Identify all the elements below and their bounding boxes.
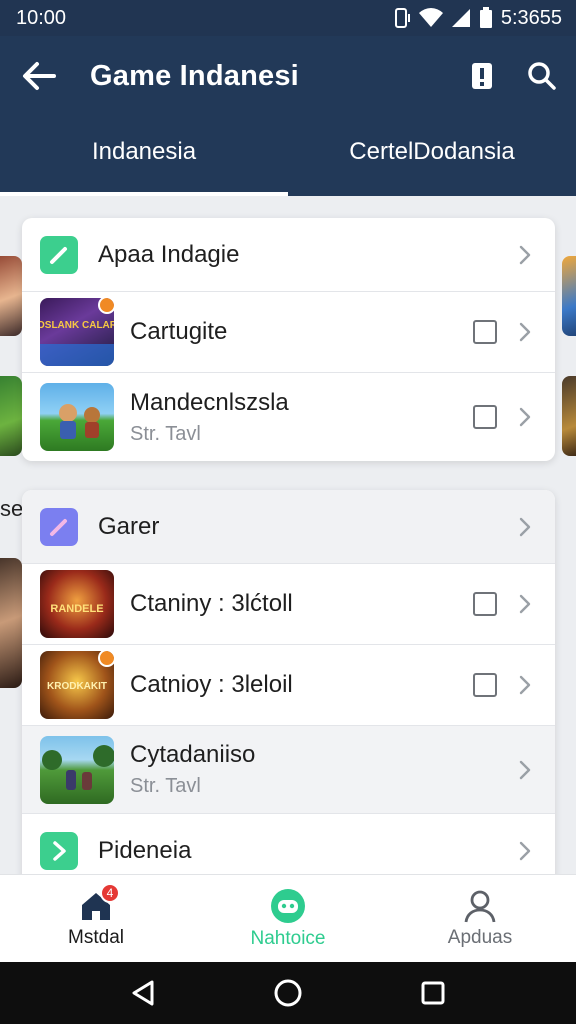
group-footer[interactable]: Pideneia: [22, 814, 555, 874]
game-text: Cytadaniiso Str. Tavl: [130, 741, 513, 798]
triangle-back-icon: [132, 980, 154, 1006]
game-row[interactable]: KOSLANK CALARA Cartugite: [22, 292, 555, 373]
game-art-text: KOSLANK CALARA: [40, 320, 114, 331]
game-art: [59, 404, 100, 439]
game-art: [42, 744, 114, 790]
game-art-text: KRODKAKIT: [47, 681, 107, 692]
chevron-right-icon: [513, 673, 537, 697]
pencil-icon: [40, 235, 78, 274]
game-row[interactable]: KRODKAKIT Catnioy : 3leloil: [22, 645, 555, 726]
notification-badge: [98, 298, 114, 314]
arrow-left-icon: [23, 62, 56, 90]
peek-image-left-1: [0, 256, 22, 336]
status-right-text: 5:3655: [500, 6, 562, 29]
game-title: Catnioy : 3leloil: [130, 671, 293, 698]
circle-home-icon: [274, 979, 302, 1007]
game-title: Cartugite: [130, 318, 228, 345]
status-icons: 5:3655: [393, 7, 562, 30]
game-thumbnail: KOSLANK CALARA: [40, 298, 114, 366]
chevron-right-icon: [513, 515, 537, 539]
nav-label: Apduas: [447, 926, 513, 948]
group-footer-label: Pideneia: [98, 837, 192, 864]
tab-bar: Indanesia CertelDodansia: [0, 116, 576, 196]
vibrate-icon: [394, 8, 410, 28]
chevron-right-icon: [513, 839, 537, 863]
game-checkbox[interactable]: [473, 592, 497, 616]
nav-item-mstdal[interactable]: 4 Mstdal: [0, 875, 192, 962]
content-area[interactable]: se Apaa Indagie KOSLANK CALARA Cartugite: [0, 196, 576, 874]
group-header-label: Garer: [98, 512, 160, 540]
peek-image-right-2: [562, 376, 576, 456]
game-art: RANDELE: [50, 603, 103, 615]
game-row[interactable]: Mandecnlszsla Str. Tavl: [22, 373, 555, 461]
back-button[interactable]: [14, 51, 64, 101]
game-subtitle: Str. Tavl: [130, 422, 201, 445]
signal-icon: [451, 9, 470, 27]
game-thumbnail: KRODKAKIT: [40, 651, 114, 719]
game-group-card: Garer RANDELE Ctaniny : 3lćtoll KRODKAKI…: [22, 490, 555, 874]
game-text: Cartugite: [130, 318, 473, 346]
peek-image-left-2: [0, 376, 22, 456]
back-nav-button[interactable]: [121, 971, 165, 1015]
tab-certeldodansia[interactable]: CertelDodansia: [288, 116, 576, 196]
status-bar: 10:00 5:3655: [0, 0, 576, 36]
game-title: Mandecnlszsla: [130, 388, 289, 416]
chevron-right-icon: [513, 592, 537, 616]
peek-text: se: [0, 496, 24, 521]
game-subtitle: Str. Tavl: [130, 775, 201, 797]
nav-badge: 4: [100, 883, 120, 903]
chevron-right-icon: [513, 243, 537, 267]
wifi-icon: [418, 8, 443, 27]
chevron-right-icon: [40, 832, 78, 870]
game-thumbnail: [40, 383, 114, 451]
gamepad-icon: [271, 888, 305, 923]
tab-indanesia[interactable]: Indanesia: [0, 116, 288, 196]
status-time: 10:00: [16, 6, 67, 29]
chevron-right-icon: [513, 405, 537, 429]
alert-button[interactable]: [458, 52, 506, 100]
pencil-icon: [40, 507, 78, 546]
game-text: Catnioy : 3leloil: [130, 671, 473, 699]
recents-nav-button[interactable]: [411, 971, 455, 1015]
game-checkbox[interactable]: [473, 320, 497, 344]
tab-label: CertelDodansia: [349, 138, 515, 165]
peek-image-right-1: [562, 256, 576, 336]
battery-icon: [479, 7, 492, 28]
nav-item-nahtoice[interactable]: Nahtoice: [192, 875, 384, 962]
nav-label: Mstdal: [68, 926, 124, 948]
square-recents-icon: [421, 981, 445, 1005]
home-nav-button[interactable]: [266, 971, 310, 1015]
game-text: Ctaniny : 3lćtoll: [130, 590, 473, 618]
person-icon: [464, 890, 496, 922]
system-nav-bar: [0, 962, 576, 1024]
app-title: Game Indanesi: [90, 59, 299, 92]
tab-label: Indanesia: [91, 138, 197, 165]
search-button[interactable]: [518, 52, 566, 100]
game-art-text: RANDELE: [50, 603, 103, 615]
chevron-right-icon: [513, 320, 537, 344]
game-thumbnail: RANDELE: [40, 570, 114, 638]
group-header[interactable]: Garer: [22, 490, 555, 564]
group-header-label: Apaa Indagie: [98, 240, 240, 268]
game-title: Ctaniny : 3lćtoll: [130, 590, 293, 617]
game-group-card: Apaa Indagie KOSLANK CALARA Cartugite: [22, 218, 555, 461]
notification-badge: [98, 651, 114, 667]
search-icon: [528, 62, 556, 90]
game-title: Cytadaniiso: [130, 741, 256, 768]
alert-icon: [472, 63, 492, 89]
peek-image-left-3: [0, 558, 22, 688]
game-thumbnail: [40, 735, 114, 804]
chevron-right-icon: [513, 758, 537, 782]
nav-item-apduas[interactable]: Apduas: [384, 875, 576, 962]
game-text: Mandecnlszsla Str. Tavl: [130, 389, 473, 446]
game-checkbox[interactable]: [473, 405, 497, 429]
game-row[interactable]: RANDELE Ctaniny : 3lćtoll: [22, 564, 555, 645]
game-row[interactable]: Cytadaniiso Str. Tavl: [22, 726, 555, 814]
bottom-nav: 4 Mstdal Nahtoice Apduas: [0, 874, 576, 962]
group-header[interactable]: Apaa Indagie: [22, 218, 555, 292]
app-bar: Game Indanesi: [0, 36, 576, 116]
nav-label: Nahtoice: [250, 927, 326, 949]
game-checkbox[interactable]: [473, 673, 497, 697]
